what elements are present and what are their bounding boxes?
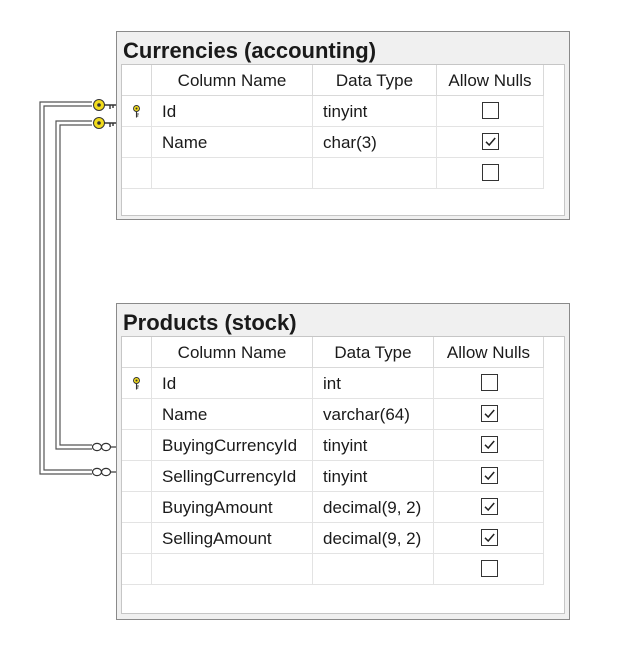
checkmark-icon [484,440,495,450]
column-grid: Column Name Data Type Allow Nulls Id tiny… [121,64,565,216]
header-allow-nulls: Allow Nulls [434,337,544,368]
checkbox-checked[interactable] [481,467,498,484]
header-data-type: Data Type [313,65,437,96]
column-name-cell[interactable]: Name [152,399,313,430]
row-selector[interactable] [122,554,152,585]
checkbox-unchecked[interactable] [481,560,498,577]
row-selector[interactable] [122,127,152,158]
table-row[interactable]: SellingAmount decimal(9, 2) [122,523,544,554]
key-icon [93,117,116,129]
header-column-name: Column Name [152,65,313,96]
header-allow-nulls: Allow Nulls [437,65,544,96]
row-selector[interactable] [122,158,152,189]
allow-nulls-cell [434,430,544,461]
column-grid: Column Name Data Type Allow Nulls Id int N… [121,336,565,614]
infinity-icon [91,442,116,452]
data-type-cell[interactable] [313,554,434,585]
table-title: Products (stock) [123,310,297,335]
data-type-cell[interactable]: tinyint [313,461,434,492]
checkmark-icon [484,471,495,481]
checkbox-checked[interactable] [481,498,498,515]
allow-nulls-cell [434,368,544,399]
allow-nulls-cell [434,399,544,430]
table-products[interactable]: Products (stock) Column Name Data Type A… [116,303,570,620]
column-name-cell[interactable]: Id [152,96,313,127]
row-selector[interactable] [122,461,152,492]
header-column-name: Column Name [152,337,313,368]
checkmark-icon [484,409,495,419]
allow-nulls-cell [434,554,544,585]
table-row[interactable]: Name varchar(64) [122,399,544,430]
allow-nulls-cell [434,523,544,554]
row-selector[interactable] [122,523,152,554]
column-name-cell[interactable]: SellingCurrencyId [152,461,313,492]
checkmark-icon [484,533,495,543]
allow-nulls-cell [437,127,544,158]
table-currencies[interactable]: Currencies (accounting) Column Name Data… [116,31,570,220]
header-row: Column Name Data Type Allow Nulls [122,65,544,96]
table-row[interactable]: Name char(3) [122,127,544,158]
row-selector[interactable] [122,430,152,461]
table-row[interactable] [122,158,544,189]
allow-nulls-cell [437,96,544,127]
table-row[interactable]: SellingCurrencyId tinyint [122,461,544,492]
column-name-cell[interactable]: BuyingCurrencyId [152,430,313,461]
data-type-cell[interactable]: varchar(64) [313,399,434,430]
checkbox-unchecked[interactable] [482,102,499,119]
relationship-line-buying [55,120,92,450]
table-row[interactable]: Id int [122,368,544,399]
allow-nulls-cell [434,492,544,523]
infinity-icon [91,467,116,477]
data-type-cell[interactable]: char(3) [313,127,437,158]
allow-nulls-cell [437,158,544,189]
checkbox-unchecked[interactable] [482,164,499,181]
allow-nulls-cell [434,461,544,492]
column-name-cell[interactable]: Name [152,127,313,158]
checkmark-icon [485,137,496,147]
header-row: Column Name Data Type Allow Nulls [122,337,544,368]
data-type-cell[interactable]: tinyint [313,430,434,461]
row-selector[interactable] [122,399,152,430]
data-type-cell[interactable]: int [313,368,434,399]
data-type-cell[interactable]: decimal(9, 2) [313,523,434,554]
checkbox-checked[interactable] [482,133,499,150]
key-icon [93,99,116,111]
table-title: Currencies (accounting) [123,38,377,63]
checkbox-unchecked[interactable] [481,374,498,391]
checkmark-icon [484,502,495,512]
row-selector[interactable] [122,492,152,523]
column-name-cell[interactable]: SellingAmount [152,523,313,554]
relationship-line-selling [39,101,92,475]
column-name-cell[interactable]: Id [152,368,313,399]
column-name-cell[interactable] [152,158,313,189]
primary-key-icon [133,105,140,118]
checkbox-checked[interactable] [481,436,498,453]
data-type-cell[interactable]: decimal(9, 2) [313,492,434,523]
table-row[interactable]: BuyingAmount decimal(9, 2) [122,492,544,523]
table-row[interactable] [122,554,544,585]
header-data-type: Data Type [313,337,434,368]
column-name-cell[interactable] [152,554,313,585]
column-name-cell[interactable]: BuyingAmount [152,492,313,523]
data-type-cell[interactable] [313,158,437,189]
row-selector[interactable] [122,96,152,127]
primary-key-icon [133,377,140,390]
data-type-cell[interactable]: tinyint [313,96,437,127]
checkbox-checked[interactable] [481,529,498,546]
row-selector[interactable] [122,368,152,399]
table-row[interactable]: BuyingCurrencyId tinyint [122,430,544,461]
table-row[interactable]: Id tinyint [122,96,544,127]
checkbox-checked[interactable] [481,405,498,422]
